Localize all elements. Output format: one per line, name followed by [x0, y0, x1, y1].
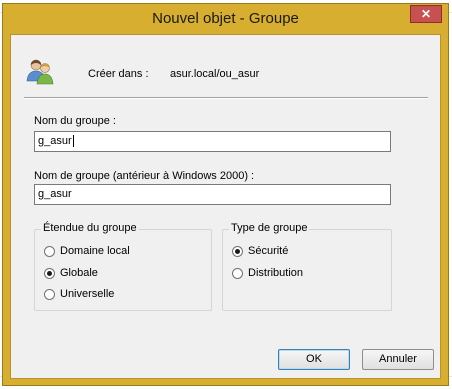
separator — [24, 97, 428, 99]
type-option-distribution[interactable]: Distribution — [232, 267, 303, 279]
scope-label-domain-local: Domaine local — [60, 245, 130, 257]
new-group-dialog: Nouvel objet - Groupe ✕ Créer dans : asu… — [2, 3, 449, 386]
type-radio-security[interactable] — [232, 245, 243, 257]
title-bar[interactable]: Nouvel objet - Groupe ✕ — [3, 4, 448, 33]
create-in-label: Créer dans : — [88, 68, 149, 80]
scope-label-global: Globale — [60, 267, 98, 279]
group-name-pre2000-input[interactable]: g_asur — [34, 184, 391, 205]
group-name-label: Nom du groupe : — [34, 115, 116, 127]
type-radio-distribution[interactable] — [232, 267, 243, 279]
group-name-input[interactable]: g_asur — [34, 131, 391, 152]
group-name-value: g_asur — [38, 135, 72, 147]
scope-option-universal[interactable]: Universelle — [44, 288, 114, 300]
scope-option-domain-local[interactable]: Domaine local — [44, 245, 130, 257]
text-caret — [72, 135, 74, 148]
type-label-security: Sécurité — [248, 245, 289, 257]
group-type-box: Type de groupe Sécurité Distribution — [222, 222, 392, 311]
group-name-pre2000-value: g_asur — [38, 188, 72, 200]
scope-radio-domain-local[interactable] — [44, 245, 55, 257]
dialog-title: Nouvel objet - Groupe — [152, 10, 299, 27]
scope-radio-universal[interactable] — [44, 288, 55, 300]
create-in-path: asur.local/ou_asur — [170, 68, 260, 80]
ok-button[interactable]: OK — [278, 349, 350, 370]
group-name-pre2000-label: Nom de groupe (antérieur à Windows 2000)… — [34, 170, 255, 182]
scope-label-universal: Universelle — [60, 288, 115, 300]
type-option-security[interactable]: Sécurité — [232, 245, 288, 257]
scope-radio-global[interactable] — [44, 267, 55, 279]
close-button[interactable]: ✕ — [410, 5, 442, 23]
cancel-button[interactable]: Annuler — [362, 349, 434, 370]
group-scope-title: Étendue du groupe — [41, 222, 139, 234]
group-type-title: Type de groupe — [229, 222, 310, 234]
group-scope-box: Étendue du groupe Domaine local Globale … — [34, 222, 212, 311]
scope-option-global[interactable]: Globale — [44, 267, 98, 279]
type-label-distribution: Distribution — [248, 267, 304, 279]
users-icon — [26, 59, 54, 85]
dialog-body: Créer dans : asur.local/ou_asur Nom du g… — [10, 34, 441, 379]
